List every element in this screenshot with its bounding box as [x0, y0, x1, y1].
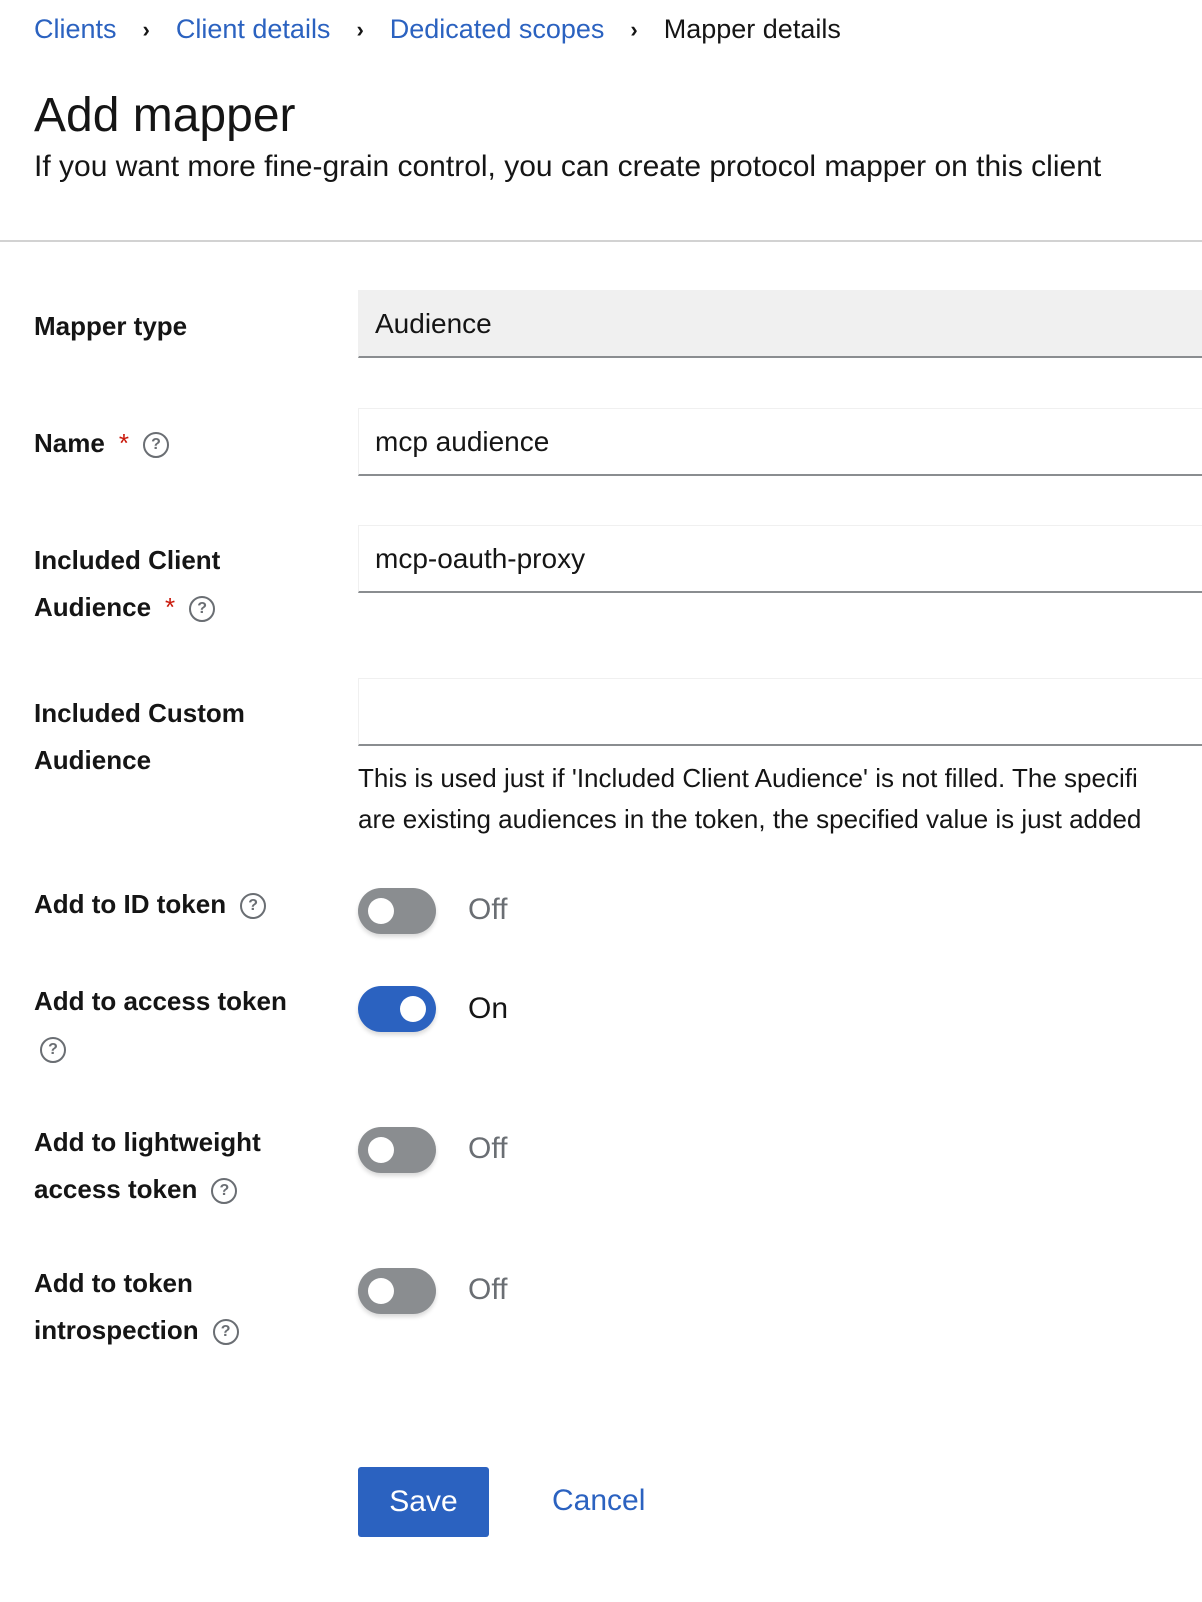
- chevron-right-icon: ›: [630, 16, 638, 42]
- included-custom-audience-label: Included Custom Audience: [34, 690, 314, 784]
- label-text: Audience: [34, 745, 152, 775]
- switch-knob: [368, 1137, 394, 1163]
- divider: [0, 240, 1202, 242]
- required-indicator: *: [165, 592, 176, 622]
- add-to-access-token-label: Add to access token?: [34, 978, 314, 1072]
- help-icon[interactable]: ?: [40, 1037, 66, 1064]
- switch-knob: [368, 1278, 394, 1304]
- breadcrumb-clients[interactable]: Clients: [34, 14, 117, 45]
- help-icon[interactable]: ?: [189, 596, 216, 623]
- add-to-access-token-switch[interactable]: [358, 986, 436, 1032]
- label-text: Mapper type: [34, 311, 188, 341]
- switch-state-label: On: [468, 992, 509, 1025]
- label-text: introspection: [34, 1315, 199, 1345]
- label-text: Included Custom: [34, 698, 245, 728]
- breadcrumb-current: Mapper details: [663, 14, 841, 44]
- save-button[interactable]: Save: [358, 1467, 489, 1537]
- breadcrumb: Clients › Client details › Dedicated sco…: [34, 14, 841, 45]
- label-text: Add to access token: [34, 986, 287, 1016]
- switch-knob: [400, 996, 426, 1022]
- help-icon[interactable]: ?: [212, 1319, 239, 1346]
- add-to-token-introspection-label: Add to token introspection?: [34, 1260, 314, 1354]
- label-text: Add to token: [34, 1268, 193, 1298]
- chevron-right-icon: ›: [142, 16, 150, 42]
- mapper-type-label: Mapper type: [34, 303, 314, 350]
- label-text: Add to ID token: [34, 889, 227, 919]
- switch-state-label: Off: [468, 1273, 508, 1306]
- helper-line: are existing audiences in the token, the…: [358, 804, 1142, 834]
- page-title: Add mapper: [34, 89, 296, 142]
- included-custom-audience-input[interactable]: [358, 678, 1202, 746]
- label-text: Included Client: [34, 545, 221, 575]
- add-to-id-token-label: Add to ID token?: [34, 881, 314, 928]
- required-indicator: *: [118, 428, 129, 458]
- add-to-lightweight-access-token-switch[interactable]: [358, 1127, 436, 1173]
- name-input[interactable]: mcp audience: [358, 408, 1202, 476]
- label-text: access token: [34, 1174, 198, 1204]
- label-text: Audience: [34, 592, 152, 622]
- helper-line: This is used just if 'Included Client Au…: [358, 763, 1138, 793]
- add-to-lightweight-access-token-label: Add to lightweight access token?: [34, 1119, 314, 1213]
- label-text: Name: [34, 428, 105, 458]
- add-to-id-token-switch[interactable]: [358, 888, 436, 934]
- switch-state-label: Off: [468, 1132, 508, 1165]
- help-icon[interactable]: ?: [142, 432, 169, 459]
- page-subtitle: If you want more fine-grain control, you…: [34, 150, 1102, 183]
- included-client-audience-label: Included Client Audience *?: [34, 537, 314, 631]
- label-text: Add to lightweight: [34, 1127, 261, 1157]
- cancel-link[interactable]: Cancel: [552, 1484, 645, 1518]
- breadcrumb-dedicated-scopes[interactable]: Dedicated scopes: [390, 14, 605, 45]
- included-client-audience-input[interactable]: mcp-oauth-proxy: [358, 525, 1202, 593]
- switch-state-label: Off: [468, 893, 508, 926]
- help-icon[interactable]: ?: [240, 893, 267, 920]
- help-icon[interactable]: ?: [211, 1178, 238, 1205]
- name-label: Name *?: [34, 420, 314, 467]
- switch-knob: [368, 898, 394, 924]
- breadcrumb-client-details[interactable]: Client details: [176, 14, 331, 45]
- mapper-type-field: Audience: [358, 290, 1202, 358]
- custom-audience-helper-text: This is used just if 'Included Client Au…: [358, 758, 1141, 840]
- chevron-right-icon: ›: [356, 16, 364, 42]
- add-to-token-introspection-switch[interactable]: [358, 1268, 436, 1314]
